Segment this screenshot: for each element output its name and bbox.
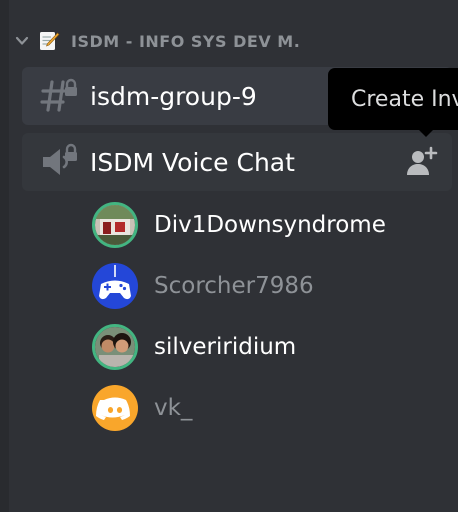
channel-isdm-voice-chat[interactable]: ISDM Voice Chat <box>22 133 452 191</box>
locked-hashtag-icon <box>40 78 77 112</box>
tooltip-text: Create Inv <box>351 86 458 112</box>
photo-avatar-icon <box>95 327 135 367</box>
memo-icon <box>40 32 60 50</box>
voice-user-name: silveriridium <box>154 334 297 360</box>
category-name: ISDM - INFO SYS DEV M. <box>71 31 301 51</box>
discord-logo-icon <box>96 397 130 420</box>
voice-user-scorcher7986[interactable]: Scorcher7986 <box>92 262 314 310</box>
chevron-down-icon[interactable] <box>14 33 30 49</box>
category-header[interactable]: ISDM - INFO SYS DEV M. <box>14 27 300 55</box>
avatar <box>92 385 138 431</box>
avatar <box>92 324 138 370</box>
voice-user-div1downsyndrome[interactable]: Div1Downsyndrome <box>92 201 386 249</box>
voice-user-silveriridium[interactable]: silveriridium <box>92 323 296 371</box>
invite-tooltip: Create Inv <box>328 68 458 130</box>
photo-avatar-icon <box>95 205 135 245</box>
channel-name: ISDM Voice Chat <box>90 147 295 177</box>
channel-name: isdm-group-9 <box>90 81 257 111</box>
server-list-edge <box>0 0 9 512</box>
voice-user-vk[interactable]: vk_ <box>92 384 192 432</box>
voice-user-name: Scorcher7986 <box>154 273 314 299</box>
voice-user-name: vk_ <box>154 395 193 421</box>
gamepad-icon <box>99 265 131 300</box>
tooltip-arrow <box>418 129 434 137</box>
locked-speaker-icon <box>43 143 77 175</box>
add-person-icon[interactable] <box>404 145 438 179</box>
voice-user-name: Div1Downsyndrome <box>154 212 386 238</box>
avatar <box>92 202 138 248</box>
avatar <box>92 263 138 309</box>
